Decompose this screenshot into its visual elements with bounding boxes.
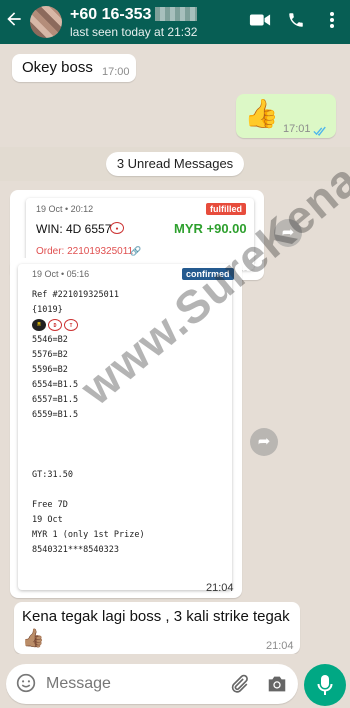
- damacai-logo-icon: ●: [110, 222, 124, 234]
- bet-line: GT:31.50: [32, 470, 73, 480]
- status-badge: confirmed: [182, 268, 234, 280]
- bet-line: 5546=B2: [32, 335, 68, 345]
- camera-icon[interactable]: [266, 674, 288, 699]
- video-call-icon[interactable]: [242, 12, 278, 33]
- bet-line: 19 Oct: [32, 515, 63, 525]
- forward-icon[interactable]: ➦: [274, 219, 302, 247]
- unread-divider: 3 Unread Messages: [0, 147, 350, 181]
- contact-title: +60 16-353: [70, 6, 242, 24]
- toto-logo-icon: T: [64, 319, 78, 331]
- status-badge: fulfilled: [206, 203, 246, 215]
- phone-icon[interactable]: [278, 11, 314, 34]
- message-time: 21:04: [206, 582, 234, 594]
- mic-button[interactable]: [304, 664, 346, 706]
- unread-label: 3 Unread Messages: [106, 152, 244, 176]
- last-seen-status: last seen today at 21:32: [70, 24, 198, 39]
- message-time: 17:00: [102, 66, 130, 78]
- win-amount: MYR +90.00: [174, 221, 247, 236]
- bet-line: 6554=B1.5: [32, 380, 79, 390]
- message-composer: [6, 664, 298, 704]
- bet-line: Ref #221019325011: [32, 290, 119, 300]
- bet-line: {1019}: [32, 305, 63, 315]
- link-icon: 🔗: [130, 246, 142, 256]
- bet-receipt-card: 19 Oct • 05:16 confirmed Ref #2210193250…: [18, 264, 234, 590]
- image-message-bet[interactable]: 19 Oct • 05:16 confirmed Ref #2210193250…: [10, 258, 242, 598]
- win-label: WIN: 4D 6557: [36, 222, 112, 236]
- chat-header: +60 16-353 last seen today at 21:32: [0, 0, 350, 44]
- bet-line: MYR 1 (only 1st Prize): [32, 530, 145, 540]
- bet-line: 5596=B2: [32, 365, 68, 375]
- order-number: Order: 221019325011: [36, 246, 134, 257]
- attach-icon[interactable]: [228, 673, 250, 700]
- bet-line: 6559=B1.5: [32, 410, 79, 420]
- bet-line: 6557=B1.5: [32, 395, 79, 405]
- outgoing-message[interactable]: 👍 17:01: [236, 94, 336, 138]
- more-vertical-icon[interactable]: [314, 11, 350, 34]
- thumbs-up-emoji: 👍: [244, 98, 279, 129]
- bet-line: 5576=B2: [32, 350, 68, 360]
- message-text: Kena tegak lagi boss , 3 kali strike teg…: [22, 608, 290, 625]
- incoming-message[interactable]: Kena tegak lagi boss , 3 kali strike teg…: [14, 602, 300, 654]
- double-check-icon: [313, 123, 327, 141]
- chat-area[interactable]: Okey boss 17:00 👍 17:01 3 Unread Message…: [0, 44, 350, 654]
- bet-line: Free 7D: [32, 500, 68, 510]
- damacai-logo-icon: D: [48, 319, 62, 331]
- forward-icon[interactable]: ➦: [250, 428, 278, 456]
- incoming-message[interactable]: Okey boss 17:00: [12, 54, 136, 82]
- card-date: 19 Oct • 20:12: [36, 204, 94, 214]
- thumbs-up-emoji: 👍🏽: [22, 628, 45, 648]
- bet-line: 8540321***8540323: [32, 545, 119, 555]
- avatar[interactable]: [30, 6, 62, 38]
- operator-logos: MDT: [32, 318, 145, 333]
- microphone-icon: [317, 674, 333, 701]
- back-arrow-icon[interactable]: [4, 0, 28, 44]
- message-time: 21:04: [266, 640, 294, 652]
- message-text: Okey boss: [22, 59, 93, 76]
- contact-info[interactable]: +60 16-353 last seen today at 21:32: [70, 6, 242, 39]
- message-time: 17:01: [283, 123, 311, 135]
- bet-details: Ref #221019325011 {1019} M D T 5546=B2 5576=B2…: [32, 288, 145, 558]
- contact-number: +60 16-353: [70, 5, 152, 23]
- magnum-logo-icon: M: [32, 319, 46, 331]
- message-input[interactable]: [46, 672, 216, 696]
- card-date: 19 Oct • 05:16: [32, 269, 90, 279]
- blurred-digits: [155, 7, 198, 22]
- emoji-icon[interactable]: [16, 673, 36, 693]
